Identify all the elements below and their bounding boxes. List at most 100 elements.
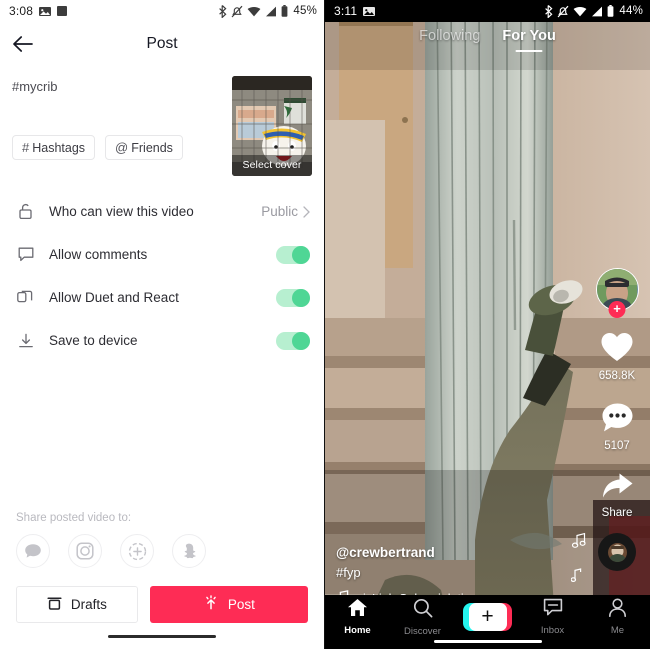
setting-label: Save to device xyxy=(49,333,138,348)
caption-input[interactable]: #mycrib xyxy=(12,76,222,131)
plus-icon[interactable]: + xyxy=(463,603,512,631)
nav-me-label: Me xyxy=(610,625,625,636)
battery-icon xyxy=(281,5,288,17)
action-rail: + 658.8K 5107 Share xyxy=(591,268,643,571)
save-to-device-toggle[interactable] xyxy=(276,331,310,350)
person-icon xyxy=(608,598,627,622)
at-icon: @ xyxy=(115,140,129,155)
hash-icon: # xyxy=(22,140,30,155)
home-icon xyxy=(347,598,368,622)
bluetooth-icon xyxy=(544,4,553,18)
share-button[interactable]: Share xyxy=(601,472,634,519)
unlock-icon xyxy=(16,203,35,220)
select-cover-thumbnail[interactable]: Select cover xyxy=(232,76,312,176)
hashtags-chip[interactable]: # Hashtags xyxy=(12,135,96,160)
allow-duet-toggle[interactable] xyxy=(276,288,310,307)
status-bar-left: 3:08 45% xyxy=(0,0,324,22)
tab-for-you[interactable]: For You xyxy=(502,28,555,44)
select-cover-label: Select cover xyxy=(232,155,312,176)
post-button[interactable]: Post xyxy=(149,586,308,623)
feed-tabs: Following For You xyxy=(325,28,650,44)
home-indicator-left[interactable] xyxy=(108,634,216,638)
share-section-title: Share posted video to: xyxy=(16,512,132,524)
hashtags-chip-label: Hashtags xyxy=(32,140,86,155)
post-header: Post xyxy=(0,22,324,66)
back-arrow-icon[interactable] xyxy=(0,22,44,66)
signal-icon xyxy=(591,6,603,17)
square-icon xyxy=(57,6,68,16)
setting-label: Who can view this video xyxy=(49,204,194,219)
duet-icon xyxy=(16,290,35,305)
battery-icon xyxy=(607,5,614,17)
caption-chips: # Hashtags @ Friends xyxy=(12,135,222,160)
drafts-button-label: Drafts xyxy=(70,597,107,612)
status-time: 3:11 xyxy=(334,4,358,18)
comment-button[interactable]: 5107 xyxy=(601,402,634,452)
music-disc-image xyxy=(607,542,627,562)
avatar[interactable]: + xyxy=(595,268,639,318)
setting-allow-comments[interactable]: Allow comments xyxy=(0,233,324,276)
nav-home[interactable]: Home xyxy=(325,598,390,636)
setting-value: Public xyxy=(261,204,310,219)
wifi-icon xyxy=(573,6,587,17)
message-icon[interactable] xyxy=(16,534,50,568)
post-settings-list: Who can view this video Public Allow com… xyxy=(0,190,324,362)
status-time: 3:08 xyxy=(9,4,34,18)
video-caption[interactable]: #fyp xyxy=(336,565,561,580)
caption-left: #mycrib # Hashtags @ Friends xyxy=(12,76,222,176)
mute-bell-icon xyxy=(557,5,569,18)
search-icon xyxy=(413,598,433,623)
page-title: Post xyxy=(146,35,178,52)
nav-discover-label: Discover xyxy=(404,625,441,637)
nav-home-label: Home xyxy=(344,625,371,636)
nav-me[interactable]: Me xyxy=(585,598,650,636)
follow-plus-badge[interactable]: + xyxy=(608,301,626,318)
inbox-icon xyxy=(543,598,563,622)
share-section: Share posted video to: xyxy=(0,512,324,568)
mute-bell-icon xyxy=(231,5,243,18)
setting-who-can-view[interactable]: Who can view this video Public xyxy=(0,190,324,233)
setting-allow-duet[interactable]: Allow Duet and React xyxy=(0,276,324,319)
post-actions: Drafts Post xyxy=(0,568,324,623)
setting-save-to-device[interactable]: Save to device xyxy=(0,319,324,362)
music-note-icon-float-2 xyxy=(570,568,582,587)
image-icon xyxy=(39,6,52,17)
drafts-button[interactable]: Drafts xyxy=(16,586,138,623)
status-bar-right: 3:11 44% xyxy=(325,0,650,22)
share-arrow-icon xyxy=(601,472,634,505)
comment-count: 5107 xyxy=(604,440,630,452)
home-indicator-right[interactable] xyxy=(433,640,542,643)
instagram-story-icon[interactable] xyxy=(120,534,154,568)
share-target-list xyxy=(16,534,308,568)
battery-percent: 44% xyxy=(619,5,643,17)
like-button[interactable]: 658.8K xyxy=(599,331,635,382)
nav-discover[interactable]: Discover xyxy=(390,598,455,637)
status-bar-right-left-group: 3:11 xyxy=(334,4,376,18)
comment-bubble-icon xyxy=(601,402,634,438)
dual-phone-screenshot: 3:08 45% Post #mycrib # Hashtags @ Frien… xyxy=(0,0,650,649)
home-indicator-left-wrap xyxy=(0,623,324,649)
post-screen: 3:08 45% Post #mycrib # Hashtags @ Frien… xyxy=(0,0,325,649)
comment-icon xyxy=(16,247,35,262)
setting-label: Allow Duet and React xyxy=(49,290,179,305)
signal-icon xyxy=(265,6,277,17)
feed-screen: 3:11 44% Following For You + 658.8K 5107… xyxy=(325,0,650,649)
plus-glyph: + xyxy=(468,603,507,631)
nav-inbox[interactable]: Inbox xyxy=(520,598,585,636)
snapchat-icon[interactable] xyxy=(172,534,206,568)
friends-chip[interactable]: @ Friends xyxy=(105,135,183,160)
allow-comments-toggle[interactable] xyxy=(276,245,310,264)
video-username[interactable]: @crewbertrand xyxy=(336,545,561,560)
download-icon xyxy=(16,333,35,349)
caption-section: #mycrib # Hashtags @ Friends Select cove… xyxy=(0,66,324,176)
sparkle-icon xyxy=(203,595,219,614)
tab-following[interactable]: Following xyxy=(419,28,480,44)
status-bar-left-group: 3:08 xyxy=(9,4,68,18)
music-disc-icon[interactable] xyxy=(598,533,636,571)
chevron-right-icon xyxy=(303,205,310,218)
share-label: Share xyxy=(601,507,633,519)
instagram-icon[interactable] xyxy=(68,534,102,568)
status-bar-right-right-group: 44% xyxy=(544,4,643,18)
nav-create[interactable]: + xyxy=(455,603,520,631)
battery-percent: 45% xyxy=(293,5,317,17)
